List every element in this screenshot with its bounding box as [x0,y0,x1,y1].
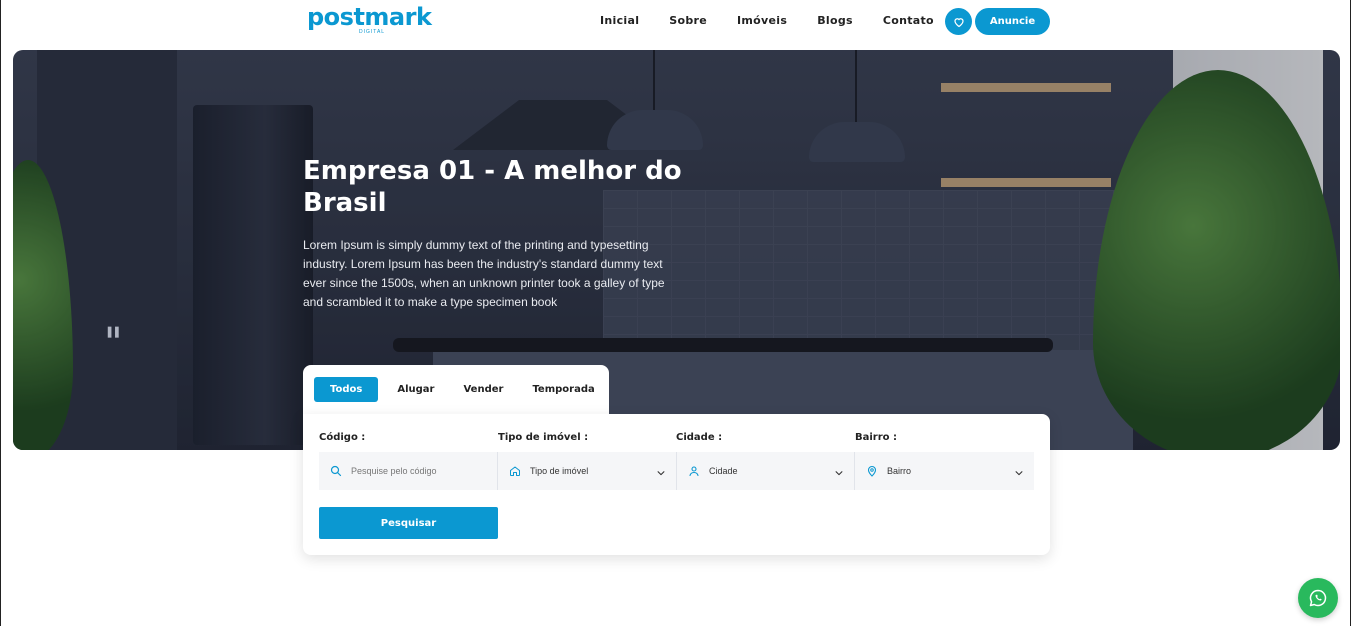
search-button[interactable]: Pesquisar [319,507,498,539]
whatsapp-button[interactable] [1298,578,1338,618]
favorites-button[interactable] [945,8,972,35]
location-pin-icon [865,464,879,478]
property-type-select[interactable]: Tipo de imóvel [498,452,677,490]
main-nav: Inicial Sobre Imóveis Blogs Contato [600,14,964,27]
pause-icon[interactable]: ❚❚ [105,325,122,338]
hero-title: Empresa 01 - A melhor do Brasil [303,156,682,218]
tab-vender[interactable]: Vender [453,377,513,402]
logo-subtitle: DIGITAL [359,29,386,35]
site-header: postmark DIGITAL Inicial Sobre Imóveis B… [1,0,1351,46]
city-label: Cidade : [676,432,723,443]
code-field[interactable] [319,452,498,490]
district-value: Bairro [887,466,912,476]
logo-text: postmark [307,3,432,31]
property-type-label: Tipo de imóvel : [498,432,589,443]
search-icon [329,464,343,478]
nav-link-contato[interactable]: Contato [883,14,934,27]
heart-icon [953,17,964,27]
search-form: Código : Tipo de imóvel : Cidade : Bairr… [303,414,1050,555]
search-tabs: Todos Alugar Vender Temporada [303,365,609,414]
code-input[interactable] [351,466,481,476]
whatsapp-icon [1309,589,1327,607]
district-label: Bairro : [855,432,898,443]
tab-alugar[interactable]: Alugar [387,377,444,402]
tab-temporada[interactable]: Temporada [522,377,604,402]
hero-description: Lorem Ipsum is simply dummy text of the … [303,238,665,309]
property-type-value: Tipo de imóvel [530,466,589,476]
chevron-down-icon [1014,465,1024,483]
city-value: Cidade [709,466,738,476]
city-select[interactable]: Cidade [677,452,855,490]
search-fields: Tipo de imóvel Cidade Bairro [319,452,1034,490]
home-icon [508,464,522,478]
code-label: Código : [319,432,366,443]
user-pin-icon [687,464,701,478]
nav-link-blogs[interactable]: Blogs [817,14,853,27]
tab-todos[interactable]: Todos [314,377,379,402]
nav-link-inicial[interactable]: Inicial [600,14,639,27]
chevron-down-icon [656,465,666,483]
nav-link-imoveis[interactable]: Imóveis [737,14,787,27]
nav-link-sobre[interactable]: Sobre [669,14,707,27]
district-select[interactable]: Bairro [855,452,1034,490]
logo[interactable]: postmark DIGITAL [307,5,437,35]
chevron-down-icon [834,465,844,483]
announce-button[interactable]: Anuncie [975,8,1050,35]
